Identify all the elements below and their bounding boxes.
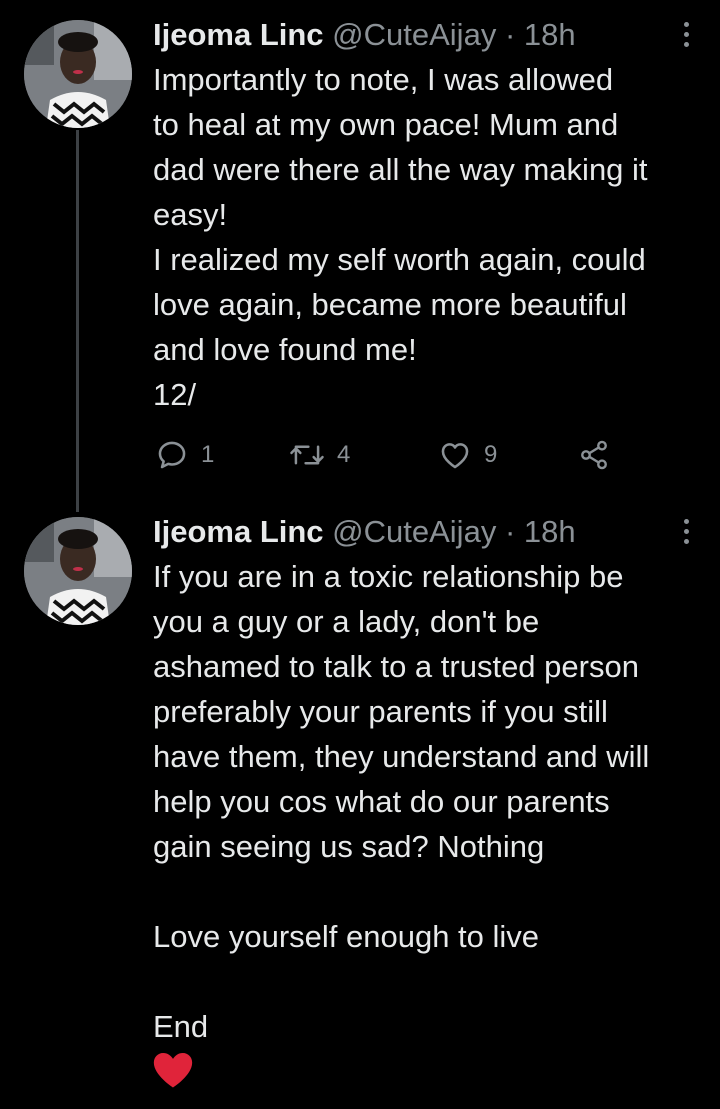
tweet-text-blank-line bbox=[153, 959, 703, 1004]
reply-button[interactable]: 1 bbox=[155, 434, 214, 476]
tweet-text: Importantly to note, I was allowed to he… bbox=[153, 57, 703, 417]
retweet-count: 4 bbox=[337, 441, 351, 468]
more-options-icon[interactable] bbox=[680, 22, 692, 52]
profile-photo-icon bbox=[24, 517, 132, 625]
author-name[interactable]: Ijeoma Linc bbox=[153, 514, 324, 549]
tweet-header: Ijeoma Linc @CuteAijay · 18h bbox=[153, 14, 660, 56]
tweet-text-line: to heal at my own pace! Mum and bbox=[153, 107, 619, 142]
timestamp[interactable]: 18h bbox=[524, 17, 576, 52]
red-heart-emoji-icon bbox=[153, 1053, 193, 1088]
retweet-icon bbox=[290, 445, 324, 465]
tweet-text-blank-line bbox=[153, 869, 703, 914]
profile-photo-icon bbox=[24, 20, 132, 128]
like-button[interactable]: 9 bbox=[438, 434, 497, 476]
like-count: 9 bbox=[484, 441, 498, 468]
timestamp[interactable]: 18h bbox=[524, 514, 576, 549]
tweet-header: Ijeoma Linc @CuteAijay · 18h bbox=[153, 511, 660, 553]
share-icon bbox=[581, 440, 607, 470]
avatar[interactable] bbox=[24, 20, 132, 128]
tweet-text-line: have them, they understand and will bbox=[153, 739, 650, 774]
tweet-text-line: Importantly to note, I was allowed bbox=[153, 62, 614, 97]
share-button[interactable] bbox=[578, 434, 610, 476]
like-icon bbox=[441, 443, 469, 469]
tweet-text-line: Love yourself enough to live bbox=[153, 919, 540, 954]
tweet-text-line: preferably your parents if you still bbox=[153, 694, 608, 729]
tweet-text-line: you a guy or a lady, don't be bbox=[153, 604, 540, 639]
tweet-text-line: easy! bbox=[153, 197, 228, 232]
retweet-button[interactable]: 4 bbox=[289, 434, 350, 476]
separator: · bbox=[504, 17, 516, 52]
tweet-actions: 1 4 9 bbox=[155, 434, 655, 476]
reply-icon bbox=[158, 441, 186, 469]
tweet[interactable]: Ijeoma Linc @CuteAijay · 18h If you are … bbox=[0, 497, 720, 1109]
tweet-text-line: and love found me! bbox=[153, 332, 417, 367]
tweet-text-line: 12/ bbox=[153, 377, 197, 412]
tweet-text-line: End bbox=[153, 1009, 209, 1044]
avatar[interactable] bbox=[24, 517, 132, 625]
more-options-icon[interactable] bbox=[680, 519, 692, 549]
separator: · bbox=[504, 514, 516, 549]
author-name[interactable]: Ijeoma Linc bbox=[153, 17, 324, 52]
tweet-text-line: If you are in a toxic relationship be bbox=[153, 559, 624, 594]
tweet-text: If you are in a toxic relationship be yo… bbox=[153, 554, 703, 1049]
tweet[interactable]: Ijeoma Linc @CuteAijay · 18h Importantly… bbox=[0, 0, 720, 500]
tweet-text-line: help you cos what do our parents bbox=[153, 784, 610, 819]
tweet-text-line: gain seeing us sad? Nothing bbox=[153, 829, 545, 864]
tweet-text-line: ashamed to talk to a trusted person bbox=[153, 649, 639, 684]
author-handle[interactable]: @CuteAijay bbox=[332, 17, 496, 52]
tweet-text-line: I realized my self worth again, could bbox=[153, 242, 646, 277]
author-handle[interactable]: @CuteAijay bbox=[332, 514, 496, 549]
tweet-text-line: dad were there all the way making it bbox=[153, 152, 648, 187]
tweet-text-line: love again, became more beautiful bbox=[153, 287, 627, 322]
reply-count: 1 bbox=[201, 441, 215, 468]
